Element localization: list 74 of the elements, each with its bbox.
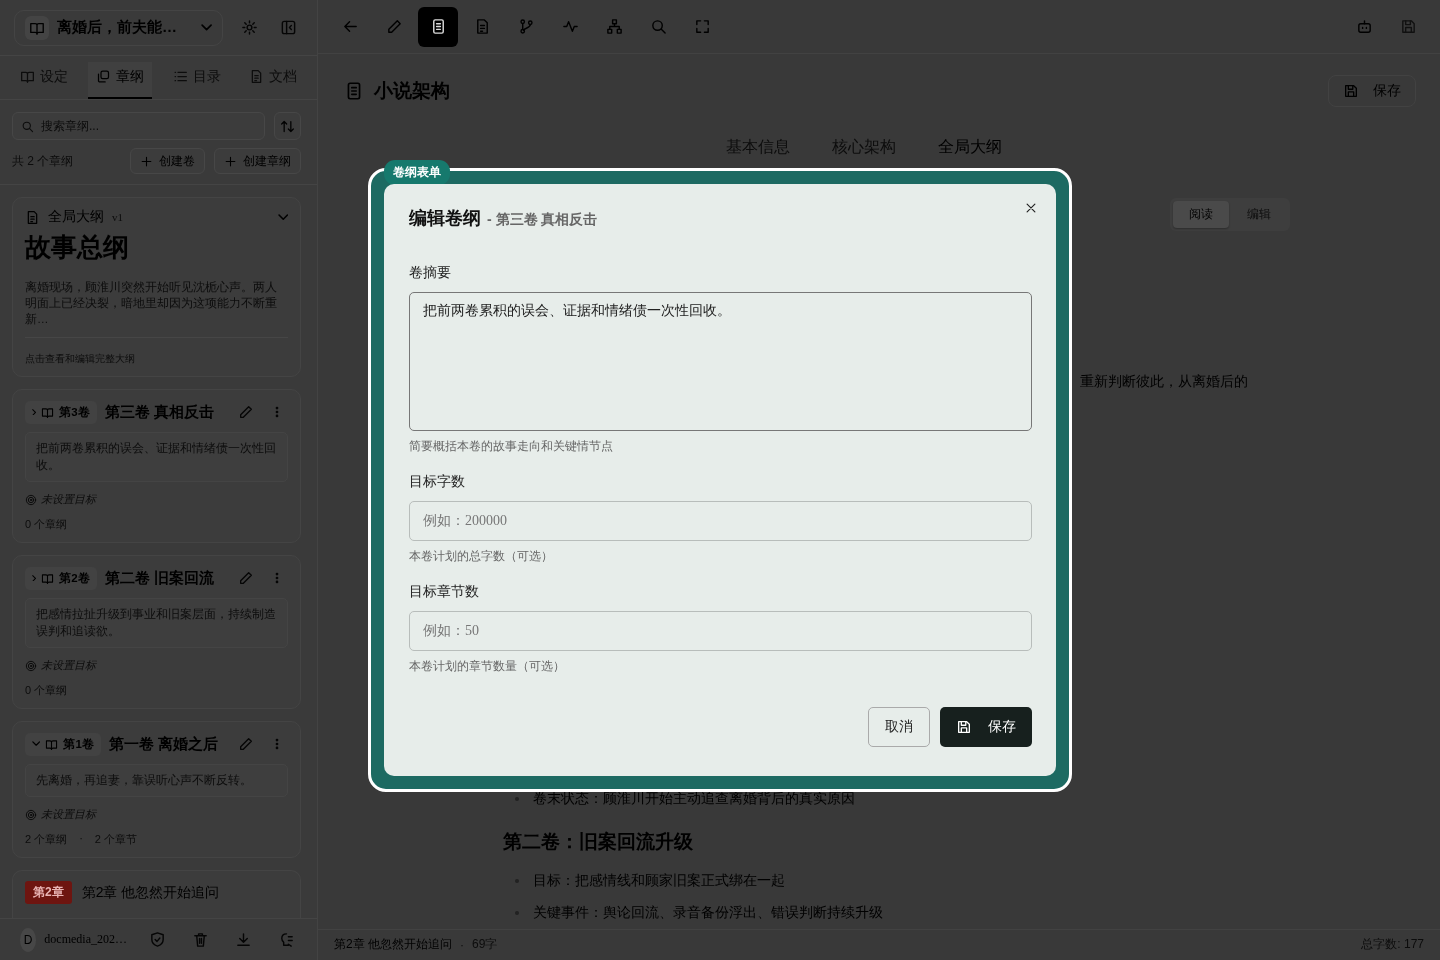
input-field[interactable]: 例如：200000 (409, 501, 1032, 541)
chevron-down-icon (32, 741, 41, 747)
volume-title: 第一卷 离婚之后 (108, 734, 219, 754)
avatar: D (20, 927, 37, 952)
dialog-title: 编辑卷纲 (409, 207, 481, 230)
save-icon (1343, 82, 1359, 99)
save-button[interactable]: 保存 (1328, 74, 1416, 107)
close-icon (1024, 201, 1038, 215)
target-icon (25, 808, 37, 821)
document-icon (249, 69, 264, 84)
save-icon (1399, 18, 1417, 36)
field-label: 卷摘要 (409, 264, 452, 282)
chapter-badge: 第2章 (25, 881, 72, 904)
content-tab[interactable]: 全局大纲 (938, 132, 1002, 162)
field-hint: 简要概括本卷的故事走向和关键情节点 (409, 438, 614, 455)
book-icon (45, 737, 59, 751)
chevron-right-icon (32, 408, 37, 416)
chevron-down-icon (277, 213, 288, 221)
save-button[interactable]: 保存 (940, 707, 1032, 747)
sort-icon (280, 118, 295, 134)
field-hint: 本卷计划的章节数量（可选） (409, 658, 566, 675)
book-icon (20, 69, 35, 84)
form-badge: 卷纲表单 (384, 160, 450, 185)
field-hint: 本卷计划的总字数（可选） (409, 548, 554, 565)
copy-icon (96, 69, 112, 84)
card-label: 全局大纲 (48, 208, 104, 226)
shield-icon (149, 931, 166, 948)
plus-icon (140, 154, 153, 168)
project-selector[interactable]: 离婚后，前夫能… (14, 9, 223, 46)
sidebar-icon (280, 19, 297, 36)
toolbar-button[interactable] (418, 6, 458, 47)
view-option[interactable]: 阅读 (1173, 200, 1229, 228)
target-icon (25, 493, 37, 506)
field-label: 目标字数 (409, 473, 466, 491)
separator: · (460, 937, 464, 952)
summary-field[interactable]: 把前两卷累积的误会、证据和情绪债一次性回收。 (409, 292, 1032, 431)
search-icon (649, 18, 667, 36)
sidebar-tab[interactable]: 章纲 (88, 62, 153, 99)
search-icon (21, 120, 34, 133)
input-field[interactable]: 例如：50 (409, 611, 1032, 651)
field-label: 目标章节数 (409, 583, 480, 601)
pencil-icon (238, 736, 254, 752)
volume-badge[interactable]: 第3卷 (25, 400, 97, 424)
sort-button[interactable] (274, 112, 301, 140)
volume-badge[interactable]: 第2卷 (25, 566, 97, 590)
target-icon (25, 659, 37, 672)
list-icon (172, 69, 188, 84)
book-icon (41, 405, 55, 419)
page-title: 小说架构 (374, 78, 451, 103)
trash-icon (192, 931, 209, 948)
plus-icon (224, 154, 237, 168)
user-name: docmedia_202… (44, 932, 127, 947)
fullscreen-icon (693, 18, 711, 36)
pencil-icon (385, 18, 403, 36)
volume-title: 第三卷 真相反击 (104, 402, 215, 422)
volume-title: 第二卷 旧案回流 (104, 568, 215, 588)
branch-icon (517, 18, 535, 36)
chevron-down-icon (200, 24, 212, 31)
hierarchy-icon (605, 18, 623, 36)
pencil-icon (238, 404, 254, 420)
volume-badge[interactable]: 第1卷 (25, 732, 101, 756)
save-icon (956, 719, 972, 735)
settings-icon (241, 19, 258, 36)
dialog-subtitle: - 第三卷 真相反击 (487, 211, 598, 229)
document-icon (25, 209, 40, 225)
cancel-button[interactable]: 取消 (868, 707, 930, 747)
download-icon (235, 931, 252, 948)
section-heading: 第二卷：旧案回流升级 (503, 829, 694, 854)
outline-title: 故事总纲 (25, 231, 130, 264)
chevron-right-icon (32, 574, 37, 582)
volume-count: · (79, 832, 83, 846)
robot-icon (1355, 18, 1373, 36)
pencil-icon (238, 570, 254, 586)
book-icon (41, 571, 55, 585)
